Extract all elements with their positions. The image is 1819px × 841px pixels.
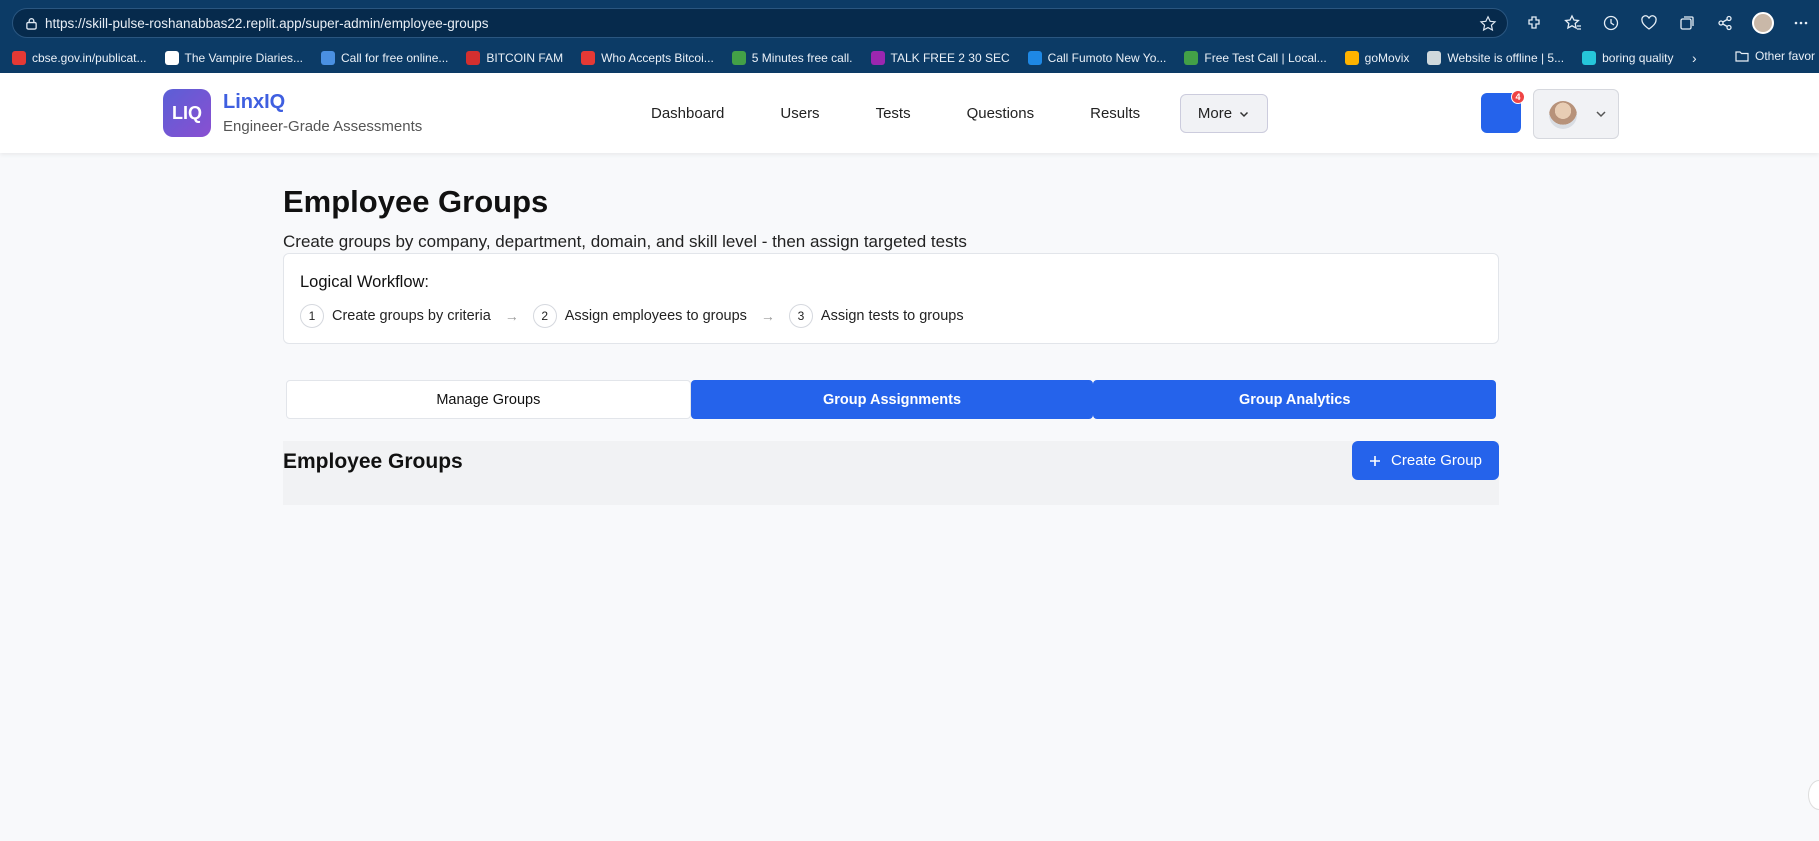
- lock-icon: [26, 18, 37, 30]
- create-group-label: Create Group: [1391, 452, 1482, 469]
- workflow-steps: 1 Create groups by criteria → 2 Assign e…: [300, 304, 964, 328]
- workflow-title: Logical Workflow:: [300, 273, 429, 291]
- bookmark-item[interactable]: The Vampire Diaries...: [164, 51, 303, 65]
- notification-badge: 4: [1511, 90, 1525, 104]
- bookmark-label: cbse.gov.in/publicat...: [32, 51, 147, 65]
- favicon-icon: [12, 51, 26, 65]
- workflow-card: Logical Workflow: 1 Create groups by cri…: [283, 253, 1499, 344]
- more-label: More: [1197, 105, 1233, 122]
- bookmark-label: Website is offline | 5...: [1447, 51, 1565, 65]
- page-title: Employee Groups: [283, 184, 549, 219]
- url-text[interactable]: https://skill-pulse-roshanabbas22.replit…: [45, 16, 489, 31]
- favicon-icon: [1427, 51, 1442, 65]
- step-label: Assign employees to groups: [564, 308, 747, 324]
- plus-icon: [1370, 455, 1381, 466]
- bookmark-label: Free Test Call | Local...: [1204, 51, 1327, 65]
- tab-group-assignments[interactable]: Group Assignments: [690, 380, 1094, 419]
- step-number: 2: [532, 304, 557, 328]
- bookmark-item[interactable]: cbse.gov.in/publicat...: [12, 51, 147, 65]
- chevron-down-icon: [1240, 111, 1249, 117]
- bookmark-label: TALK FREE 2 30 SEC: [890, 51, 1010, 65]
- extensions-icon[interactable]: [1522, 10, 1548, 36]
- star-icon[interactable]: [1479, 15, 1497, 33]
- bookmark-label: goMovix: [1364, 51, 1410, 65]
- nav-dashboard[interactable]: Dashboard: [651, 105, 724, 122]
- collections-icon[interactable]: [1674, 10, 1700, 36]
- favicon-icon: [731, 51, 746, 65]
- bookmark-label: The Vampire Diaries...: [184, 51, 303, 65]
- bookmark-item[interactable]: Website is offline | 5...: [1427, 51, 1564, 65]
- user-menu-button[interactable]: [1533, 89, 1619, 139]
- page-subtitle: Create groups by company, department, do…: [283, 232, 967, 251]
- bookmark-label: boring quality: [1602, 51, 1674, 65]
- step-number: 3: [788, 304, 813, 328]
- bookmark-item[interactable]: Free Test Call | Local...: [1184, 51, 1327, 65]
- bookmark-item[interactable]: goMovix: [1344, 51, 1410, 65]
- bookmarks-bar: cbse.gov.in/publicat... The Vampire Diari…: [0, 44, 1819, 72]
- groups-panel: Employee Groups Create Group: [283, 441, 1499, 505]
- bookmark-item[interactable]: Call Fumoto New Yo...: [1027, 51, 1167, 65]
- bookmark-label: Call for free online...: [341, 51, 449, 65]
- logo[interactable]: LIQ: [163, 89, 211, 137]
- bookmark-item[interactable]: Who Accepts Bitcoi...: [581, 51, 714, 65]
- bookmark-label: Who Accepts Bitcoi...: [601, 51, 714, 65]
- app-header: LIQ LinxIQ Engineer-Grade Assessments Da…: [0, 73, 1819, 153]
- brand-tagline: Engineer-Grade Assessments: [223, 118, 423, 135]
- favicon-icon: [1582, 51, 1597, 65]
- bookmark-label: BITCOIN FAM: [486, 51, 564, 65]
- health-icon[interactable]: [1636, 10, 1662, 36]
- bookmark-item[interactable]: BITCOIN FAM: [466, 51, 563, 65]
- bookmark-item[interactable]: boring quality: [1582, 51, 1673, 65]
- favicon-icon: [1184, 51, 1199, 65]
- tab-list: Manage Groups Group Assignments Group An…: [286, 380, 1497, 419]
- browser-toolbar: [1522, 10, 1814, 36]
- nav-questions[interactable]: Questions: [967, 105, 1035, 122]
- favicon-icon: [164, 51, 179, 65]
- other-favorites-label: Other favor: [1755, 49, 1816, 63]
- favicon-icon: [466, 51, 481, 65]
- nav-results[interactable]: Results: [1090, 105, 1140, 122]
- groups-panel-title: Employee Groups: [283, 450, 463, 473]
- tab-group-analytics[interactable]: Group Analytics: [1093, 380, 1497, 419]
- tab-manage-groups[interactable]: Manage Groups: [286, 380, 691, 419]
- favicon-icon: [581, 51, 596, 65]
- notifications-button[interactable]: 4: [1481, 90, 1525, 133]
- more-menu-button[interactable]: More: [1180, 94, 1268, 133]
- bookmark-label: 5 Minutes free call.: [751, 51, 853, 65]
- address-bar[interactable]: https://skill-pulse-roshanabbas22.replit…: [12, 8, 1508, 38]
- favicon-icon: [870, 51, 885, 65]
- nav-users[interactable]: Users: [780, 105, 819, 122]
- step-label: Assign tests to groups: [820, 308, 964, 324]
- bookmark-item[interactable]: TALK FREE 2 30 SEC: [870, 51, 1010, 65]
- create-group-button[interactable]: Create Group: [1352, 441, 1499, 480]
- step-number: 1: [300, 304, 324, 328]
- favicon-icon: [321, 51, 335, 65]
- avatar: [1549, 101, 1577, 129]
- step-label: Create groups by criteria: [332, 308, 491, 324]
- arrow-right-icon: →: [504, 308, 519, 324]
- bookmark-item[interactable]: 5 Minutes free call.: [731, 51, 853, 65]
- scroll-handle[interactable]: [1808, 780, 1819, 810]
- share-icon[interactable]: [1712, 10, 1738, 36]
- folder-icon: [1735, 51, 1749, 62]
- favicon-icon: [1344, 51, 1359, 65]
- nav-tests[interactable]: Tests: [876, 105, 911, 122]
- more-options-icon[interactable]: [1788, 10, 1814, 36]
- profile-icon[interactable]: [1750, 10, 1776, 36]
- brand-name: LinxIQ: [223, 91, 286, 113]
- bookmarks-overflow-icon[interactable]: ›: [1692, 50, 1697, 66]
- bookmark-label: Call Fumoto New Yo...: [1047, 51, 1167, 65]
- bookmark-item[interactable]: Call for free online...: [321, 51, 448, 65]
- browser-chrome: https://skill-pulse-roshanabbas22.replit…: [0, 0, 1819, 73]
- favorites-icon[interactable]: [1560, 10, 1586, 36]
- history-icon[interactable]: [1598, 10, 1624, 36]
- arrow-right-icon: →: [760, 308, 775, 324]
- other-favorites[interactable]: Other favor: [1735, 49, 1815, 63]
- main-nav: Dashboard Users Tests Questions Results: [651, 91, 1196, 135]
- favicon-icon: [1027, 51, 1042, 65]
- chevron-down-icon: [1596, 111, 1606, 118]
